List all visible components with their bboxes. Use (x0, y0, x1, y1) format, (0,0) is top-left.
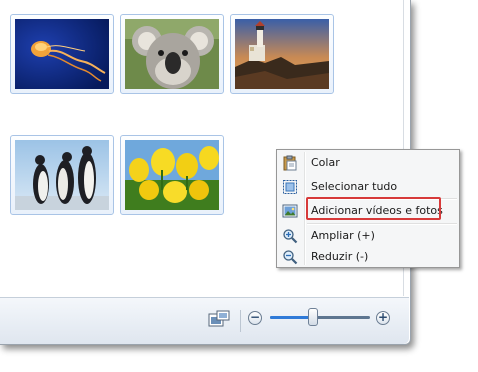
zoom-slider-thumb[interactable] (308, 308, 318, 326)
thumbnail-lighthouse[interactable] (230, 14, 334, 94)
menu-item-paste[interactable]: Colar (279, 152, 457, 174)
menu-item-select-all[interactable]: Selecionar tudo (279, 176, 457, 198)
zoom-in-button[interactable]: + (376, 311, 390, 325)
toolbar-divider (240, 310, 241, 332)
add-photos-icon (282, 203, 298, 219)
paste-icon (282, 155, 298, 171)
zoom-slider-track[interactable] (270, 316, 370, 319)
select-all-icon (282, 179, 298, 195)
highlight-annotation (306, 197, 441, 220)
zoom-out-button[interactable]: − (248, 311, 262, 325)
menu-item-zoom-out[interactable]: Reduzir (-) (279, 246, 457, 268)
thumbnail-view-icon[interactable] (208, 310, 230, 328)
zoom-out-icon: − (249, 310, 261, 324)
zoom-in-icon (282, 228, 298, 244)
photo-jellyfish (15, 19, 109, 89)
zoom-out-icon (282, 249, 298, 265)
menu-item-label: Ampliar (+) (311, 229, 375, 242)
thumbnail-jellyfish[interactable] (10, 14, 114, 94)
thumbnail-koala[interactable] (120, 14, 224, 94)
photo-tulips (125, 140, 219, 210)
zoom-in-icon: + (377, 310, 389, 324)
photo-koala (125, 19, 219, 89)
thumbnail-penguins[interactable] (10, 135, 114, 215)
photo-lighthouse (235, 19, 329, 89)
menu-item-zoom-in[interactable]: Ampliar (+) (279, 225, 457, 247)
menu-item-label: Reduzir (-) (311, 250, 369, 263)
status-toolbar (0, 297, 409, 344)
photo-penguins (15, 140, 109, 210)
menu-item-label: Colar (311, 156, 340, 169)
thumbnail-tulips[interactable] (120, 135, 224, 215)
menu-item-label: Selecionar tudo (311, 180, 398, 193)
zoom-slider-fill (270, 316, 313, 319)
